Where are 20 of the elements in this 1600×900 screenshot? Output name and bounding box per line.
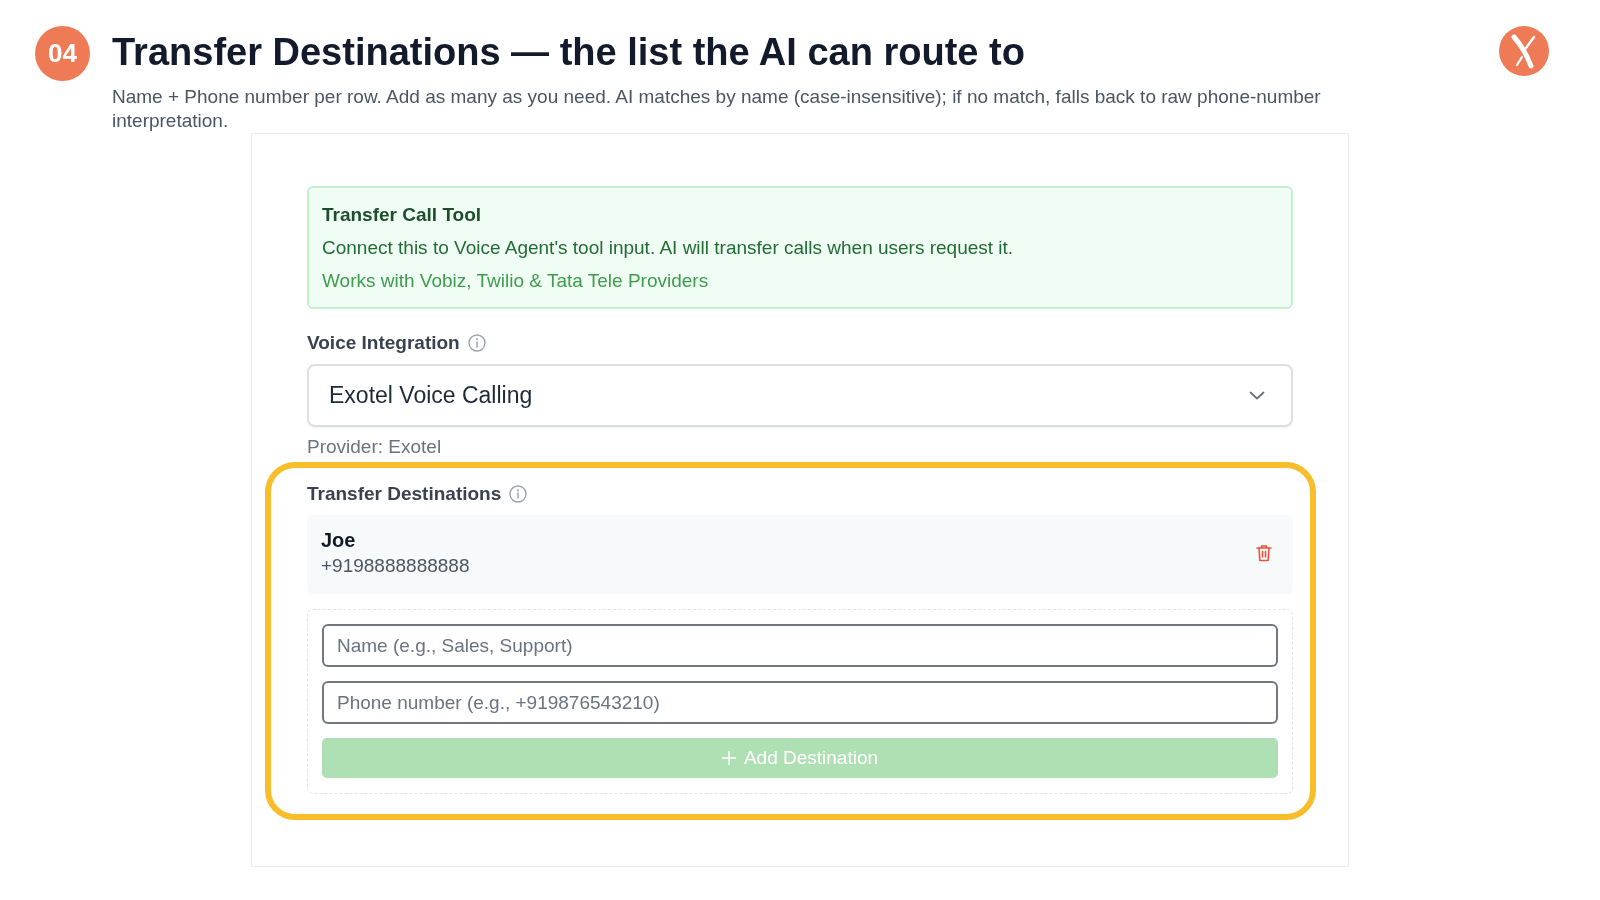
info-icon [509,485,528,503]
destination-phone: +9198888888888 [321,554,470,578]
info-icon [467,334,486,352]
page-title: Transfer Destinations — the list the AI can route to [112,31,1026,73]
field-label: Transfer Destinations [307,482,502,506]
banner-note: Works with Vobiz, Twilio & Tata Tele Providers [322,269,710,293]
step-badge: 04 [35,26,90,81]
logo-icon [1499,26,1549,76]
trash-icon[interactable] [1256,544,1272,562]
page-subtitle: Name + Phone number per row. Add as many as you need. AI matches by name (case-insensitive); if no match, falls back to raw phone-number interpretation. [112,85,1322,133]
provider-note: Provider: Exotel [307,435,443,459]
plus-icon [721,751,736,765]
banner-title: Transfer Call Tool [322,203,483,227]
chevron-down-icon [1249,391,1265,400]
destination-name: Joe [321,528,357,553]
name-field[interactable]: Name (e.g., Sales, Support) [322,624,1278,667]
integration-dropdown[interactable]: Exotel Voice Calling [307,364,1293,427]
phone-field[interactable]: Phone number (e.g., +919876543210) [322,681,1278,724]
banner-description: Connect this to Voice Agent's tool input. AI will transfer calls when users request it. [322,236,1015,260]
field-label: Voice Integration [307,331,460,355]
